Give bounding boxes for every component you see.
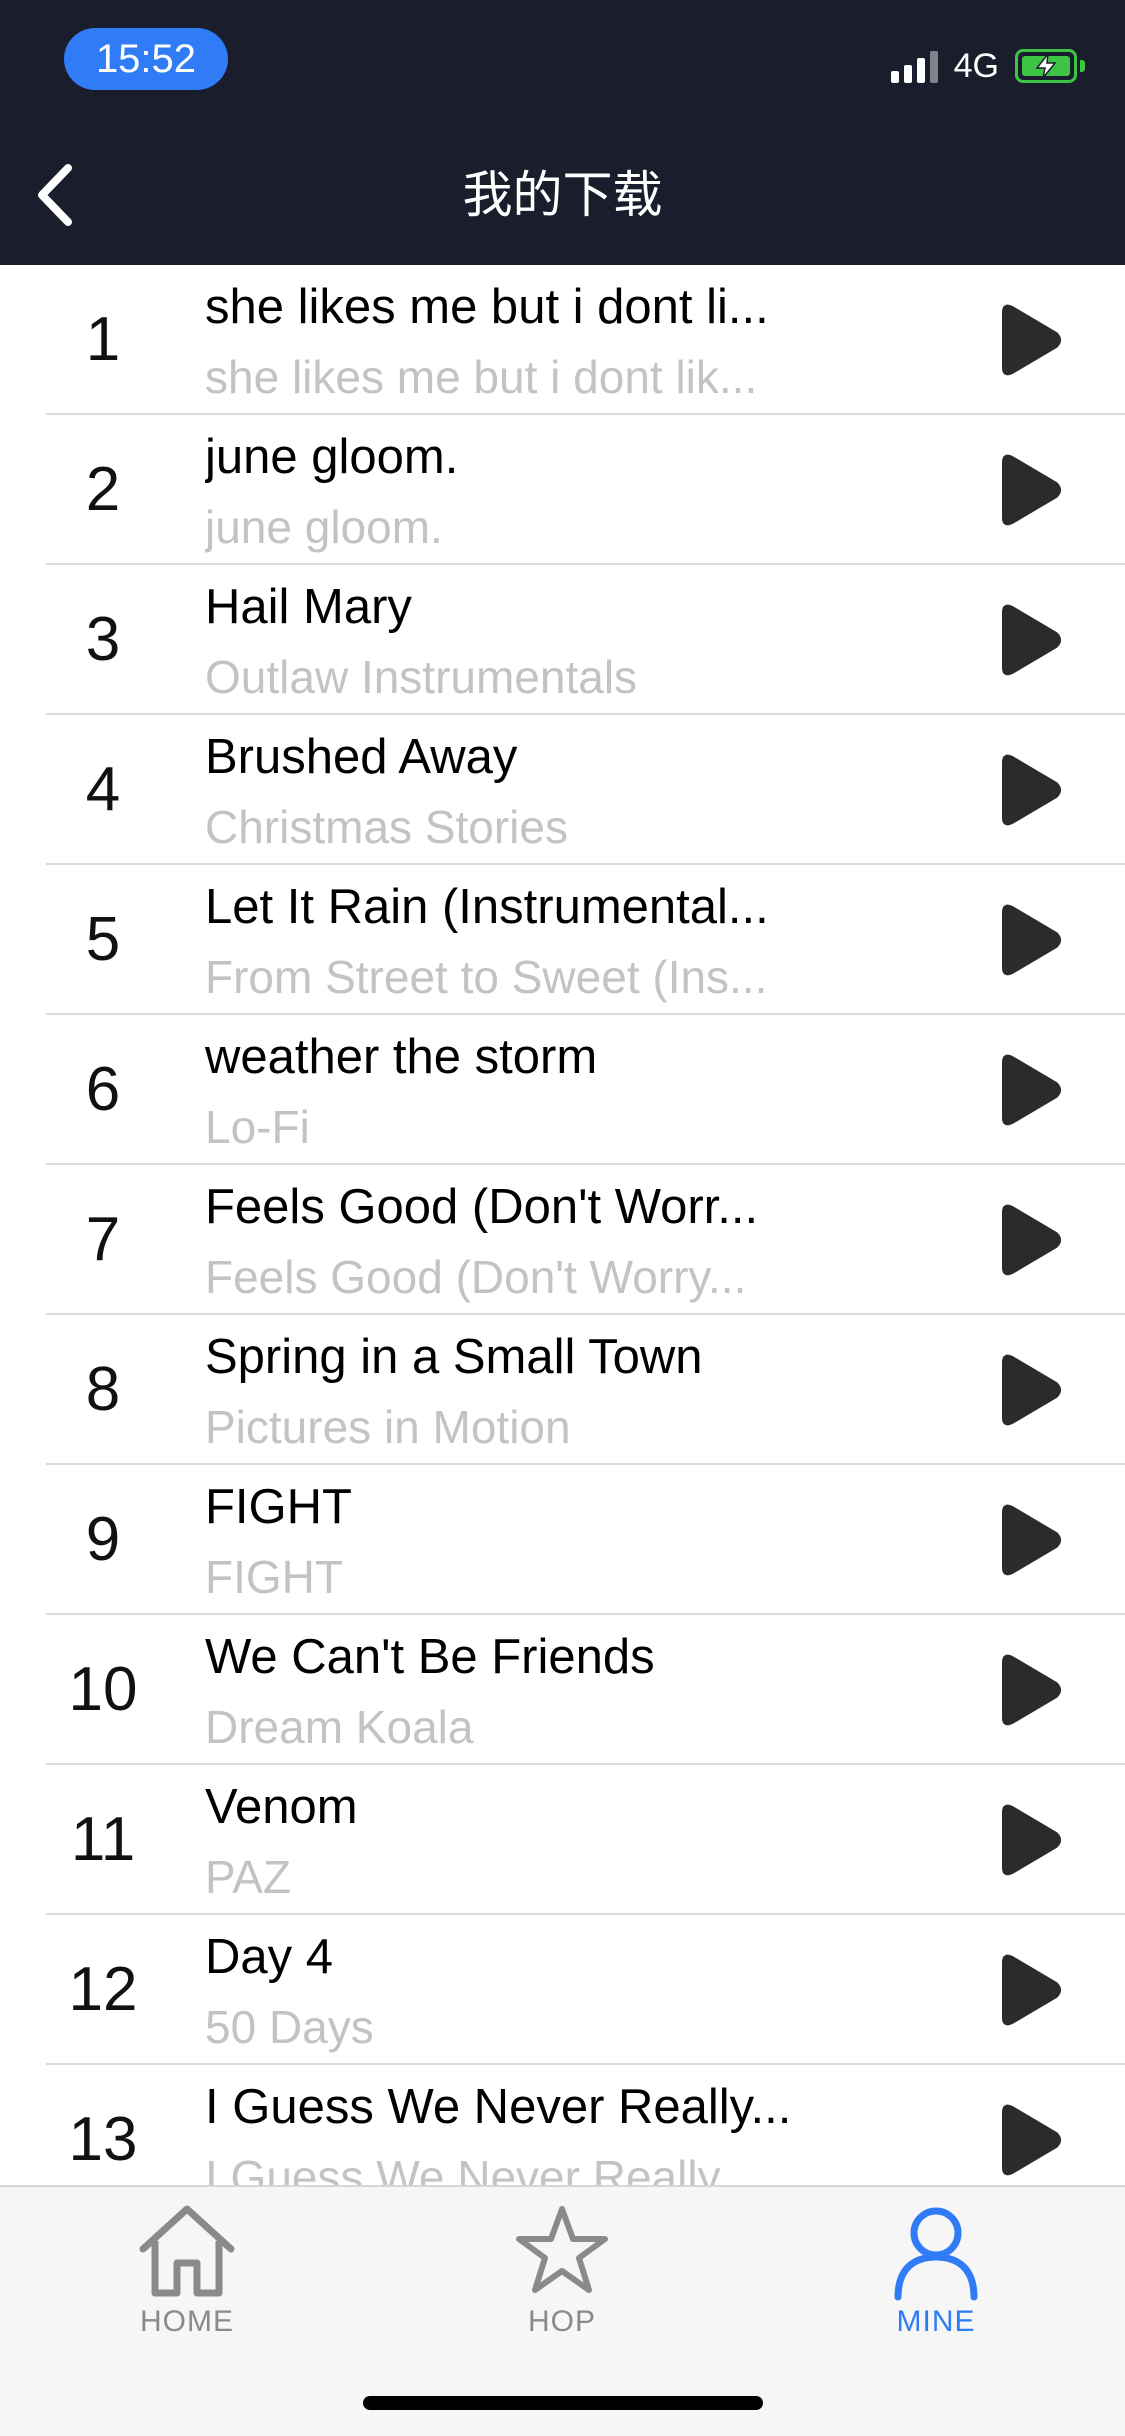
list-item[interactable]: 9 FIGHT FIGHT [0, 1465, 1125, 1615]
track-number: 6 [85, 1055, 121, 1124]
play-button[interactable] [990, 1950, 1070, 2030]
list-item[interactable]: 5 Let It Rain (Instrumental... From Street… [0, 865, 1125, 1015]
play-button[interactable] [990, 1050, 1070, 1130]
tab-bar: HOME HOP MINE [0, 2185, 1125, 2436]
screen: 15:52 4G 我的下载 1 she likes me but i dont … [0, 0, 1125, 2436]
tab-home-label: HOME [140, 2305, 234, 2338]
play-icon [1002, 1954, 1061, 2026]
track-number: 13 [68, 2105, 138, 2174]
home-indicator [363, 2396, 763, 2410]
track-number: 5 [85, 905, 121, 974]
play-icon [1002, 304, 1061, 376]
download-list: 1 she likes me but i dont li... she likes … [0, 265, 1125, 2185]
star-icon [516, 2206, 608, 2293]
play-button[interactable] [990, 1800, 1070, 1880]
track-number: 12 [68, 1955, 138, 2024]
track-number: 10 [68, 1655, 138, 1724]
song-title: FIGHT [205, 1480, 352, 1534]
track-number: 7 [85, 1205, 121, 1274]
song-title: Venom [205, 1780, 358, 1834]
play-button[interactable] [990, 1350, 1070, 1430]
play-icon [1002, 1054, 1061, 1126]
track-number: 8 [85, 1355, 121, 1424]
song-subtitle: Feels Good (Don't Worry... [205, 1251, 747, 1303]
tab-hop-label: HOP [527, 2305, 596, 2338]
play-button[interactable] [990, 900, 1070, 980]
play-icon [1002, 904, 1061, 976]
song-title: Hail Mary [205, 580, 412, 634]
list-item[interactable]: 4 Brushed Away Christmas Stories [0, 715, 1125, 865]
song-subtitle: Outlaw Instrumentals [205, 651, 638, 703]
track-number: 9 [85, 1505, 121, 1574]
list-item[interactable]: 3 Hail Mary Outlaw Instrumentals [0, 565, 1125, 715]
list-item[interactable]: 2 june gloom. june gloom. [0, 415, 1125, 565]
status-indicators: 4G [890, 44, 1085, 88]
play-button[interactable] [990, 600, 1070, 680]
page-title: 我的下载 [462, 166, 663, 224]
play-icon [1002, 1354, 1061, 1426]
play-button[interactable] [990, 750, 1070, 830]
list-item[interactable]: 6 weather the storm Lo-Fi [0, 1015, 1125, 1165]
song-title: Feels Good (Don't Worr... [205, 1180, 759, 1234]
song-title: june gloom. [205, 430, 459, 484]
play-icon [1002, 1804, 1061, 1876]
play-icon [1002, 2104, 1061, 2176]
song-subtitle: I Guess We Never Really... [205, 2151, 756, 2185]
person-icon [894, 2207, 978, 2301]
song-subtitle: From Street to Sweet (Ins... [205, 951, 768, 1003]
song-title: weather the storm [205, 1030, 598, 1084]
track-number: 2 [85, 455, 121, 524]
status-time-text: 15:52 [95, 36, 197, 81]
song-subtitle: Dream Koala [205, 1701, 474, 1753]
song-subtitle: Lo-Fi [205, 1101, 310, 1153]
track-number: 1 [85, 305, 121, 374]
play-icon [1002, 604, 1061, 676]
play-button[interactable] [990, 300, 1070, 380]
network-type: 4G [953, 46, 999, 85]
list-item[interactable]: 8 Spring in a Small Town Pictures in Motio… [0, 1315, 1125, 1465]
list-item[interactable]: 13 I Guess We Never Really... I Guess We N… [0, 2065, 1125, 2185]
play-icon [1002, 1204, 1061, 1276]
play-icon [1002, 454, 1061, 526]
track-number: 11 [70, 1805, 136, 1874]
song-title: I Guess We Never Really... [205, 2080, 792, 2134]
header: 15:52 4G 我的下载 [0, 0, 1125, 265]
song-subtitle: she likes me but i dont lik... [205, 351, 758, 403]
list-item[interactable]: 11 Venom PAZ [0, 1765, 1125, 1915]
track-number: 3 [85, 605, 121, 674]
song-title: Day 4 [205, 1930, 334, 1984]
song-subtitle: PAZ [205, 1851, 292, 1903]
tab-hop[interactable]: HOP [462, 2201, 662, 2339]
song-subtitle: june gloom. [205, 501, 443, 553]
list-item[interactable]: 10 We Can't Be Friends Dream Koala [0, 1615, 1125, 1765]
signal-bars-icon [890, 49, 938, 83]
play-button[interactable] [990, 450, 1070, 530]
song-subtitle: Pictures in Motion [205, 1401, 571, 1453]
play-icon [1002, 1654, 1061, 1726]
song-title: she likes me but i dont li... [205, 280, 769, 334]
play-icon [1002, 754, 1061, 826]
tab-mine-label: MINE [896, 2305, 976, 2338]
song-subtitle: FIGHT [205, 1551, 343, 1603]
house-icon [139, 2205, 235, 2297]
list-item[interactable]: 7 Feels Good (Don't Worr... Feels Good (Do… [0, 1165, 1125, 1315]
play-icon [1002, 1504, 1061, 1576]
track-number: 4 [85, 755, 121, 824]
tab-home[interactable]: HOME [87, 2201, 287, 2339]
song-title: Spring in a Small Town [205, 1330, 703, 1384]
tab-mine[interactable]: MINE [836, 2201, 1036, 2339]
play-button[interactable] [990, 1200, 1070, 1280]
status-time: 15:52 [64, 28, 228, 90]
song-subtitle: Christmas Stories [205, 801, 568, 853]
song-title: Brushed Away [205, 730, 518, 784]
battery-charging-icon [1015, 49, 1085, 83]
song-subtitle: 50 Days [205, 2001, 374, 2053]
list-item[interactable]: 1 she likes me but i dont li... she likes … [0, 265, 1125, 415]
list-item[interactable]: 12 Day 4 50 Days [0, 1915, 1125, 2065]
song-title: We Can't Be Friends [205, 1630, 655, 1684]
play-button[interactable] [990, 1650, 1070, 1730]
song-title: Let It Rain (Instrumental... [205, 880, 769, 934]
play-button[interactable] [990, 1500, 1070, 1580]
play-button[interactable] [990, 2100, 1070, 2180]
